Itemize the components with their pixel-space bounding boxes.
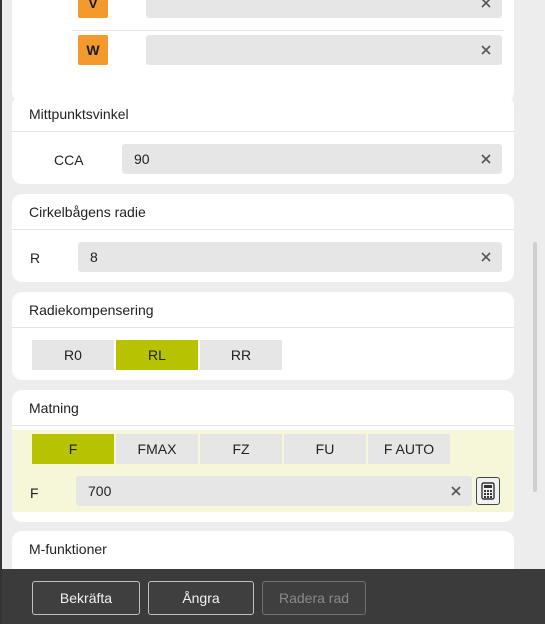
axis-badge-v: V — [78, 0, 108, 18]
calculator-button[interactable] — [476, 477, 500, 505]
radius-comp-rl[interactable]: RL — [116, 340, 198, 370]
feed-value: 700 — [88, 483, 112, 499]
center-angle-card: Mittpunktsvinkel CCA 90 — [12, 96, 514, 184]
feed-label: F — [30, 485, 39, 501]
confirm-button[interactable]: Bekräfta — [32, 581, 140, 615]
feed-title: Matning — [12, 390, 514, 426]
arc-radius-title: Cirkelbågens radie — [12, 194, 514, 230]
scrollbar-thumb[interactable] — [533, 242, 537, 492]
arc-radius-label: R — [30, 250, 41, 266]
delete-row-button[interactable]: Radera rad — [262, 581, 366, 615]
axis-card: V W — [12, 0, 514, 102]
radius-comp-card: Radiekompensering R0 RL RR — [12, 292, 514, 380]
radius-comp-r0[interactable]: R0 — [32, 340, 114, 370]
axis-badge-w: W — [78, 35, 108, 65]
center-angle-input[interactable]: 90 — [122, 144, 502, 174]
feed-option-f[interactable]: F — [32, 434, 114, 464]
center-angle-title: Mittpunktsvinkel — [12, 96, 514, 132]
clear-icon[interactable] — [450, 485, 462, 497]
radius-comp-rr[interactable]: RR — [200, 340, 282, 370]
arc-radius-card: Cirkelbågens radie R 8 — [12, 194, 514, 282]
axis-v-input[interactable] — [146, 0, 502, 18]
feed-option-f-auto[interactable]: F AUTO — [368, 434, 450, 464]
form-scroll-area[interactable]: V W Mittpunktsvinkel CCA 90 Cirkelbågens… — [12, 0, 514, 569]
center-angle-value: 90 — [134, 151, 150, 167]
arc-radius-input[interactable]: 8 — [78, 242, 502, 272]
feed-card: Matning F FMAX FZ FU F AUTO F 700 — [12, 390, 514, 522]
clear-icon[interactable] — [480, 251, 492, 263]
m-functions-card: M-funktioner — [12, 531, 514, 569]
scrollbar[interactable] — [532, 0, 538, 569]
feed-input[interactable]: 700 — [76, 476, 472, 506]
center-angle-label: CCA — [54, 152, 84, 168]
arc-radius-value: 8 — [90, 249, 98, 265]
clear-icon[interactable] — [480, 44, 492, 56]
feed-option-fz[interactable]: FZ — [200, 434, 282, 464]
feed-option-fu[interactable]: FU — [284, 434, 366, 464]
action-bar: Bekräfta Ångra Radera rad — [2, 569, 545, 624]
divider — [72, 30, 504, 31]
axis-w-input[interactable] — [146, 35, 502, 65]
feed-option-fmax[interactable]: FMAX — [116, 434, 198, 464]
clear-icon[interactable] — [480, 153, 492, 165]
undo-button[interactable]: Ångra — [148, 581, 254, 615]
calculator-icon — [481, 482, 495, 500]
form-panel: V W Mittpunktsvinkel CCA 90 Cirkelbågens… — [0, 0, 545, 624]
radius-comp-title: Radiekompensering — [12, 292, 514, 328]
clear-icon[interactable] — [480, 0, 492, 9]
m-functions-title: M-funktioner — [29, 541, 107, 557]
